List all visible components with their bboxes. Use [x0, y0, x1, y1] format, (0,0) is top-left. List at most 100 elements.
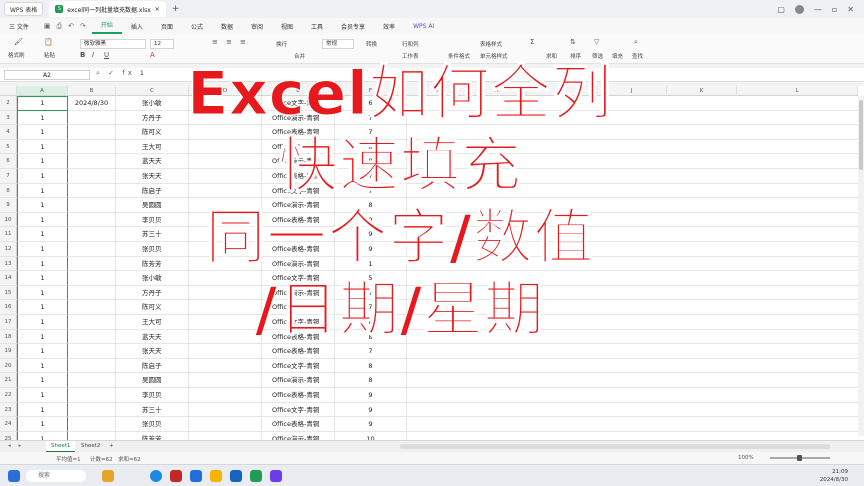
wps-spreadsheet-icon[interactable] [250, 470, 262, 482]
cell-c[interactable]: 蓝天天 [116, 154, 189, 169]
cell-f[interactable]: 8 [335, 198, 407, 213]
cell-a[interactable]: 1 [17, 329, 68, 345]
layout-icon[interactable]: ▢ [777, 5, 785, 14]
column-header-b[interactable]: B [68, 86, 116, 96]
column-header-j[interactable]: J [597, 86, 667, 96]
cell-b[interactable] [68, 271, 116, 286]
cell-c[interactable]: 陈可义 [116, 300, 189, 315]
cell-a[interactable]: 1 [17, 125, 68, 140]
row-header[interactable]: 5 [0, 139, 17, 155]
cell-a[interactable]: 1 [17, 344, 68, 359]
column-header-f[interactable]: F [335, 86, 407, 96]
cell-e[interactable]: Office文字-青铜 [262, 183, 335, 199]
save-icon[interactable]: ▣ [44, 22, 51, 31]
cell-c[interactable]: 张贝贝 [116, 242, 189, 257]
cell-a[interactable]: 1 [17, 358, 68, 374]
cell-e[interactable]: Office文字-青铜 [262, 315, 335, 330]
table-style-button[interactable]: 表格样式 [480, 40, 502, 48]
cell-c[interactable]: 张小敏 [116, 96, 189, 111]
cell-d[interactable] [189, 125, 262, 140]
cell-c[interactable]: 陈可义 [116, 125, 189, 140]
find-icon[interactable]: ⌕ [634, 38, 638, 47]
cell-f[interactable]: 8 [335, 373, 407, 388]
cell-f[interactable]: 8 [335, 139, 407, 155]
row-header[interactable]: 11 [0, 227, 17, 242]
menu-item-insert[interactable]: 插入 [122, 22, 152, 31]
cell-f[interactable]: 1 [335, 256, 407, 272]
cell-d[interactable] [189, 285, 262, 301]
row-header[interactable]: 19 [0, 344, 17, 359]
sheet-tab-2[interactable]: Sheet2 [76, 441, 105, 452]
row-header[interactable]: 3 [0, 110, 17, 126]
row-header[interactable]: 16 [0, 300, 17, 315]
cell-e[interactable]: Office表格-青铜 [262, 300, 335, 315]
column-header-d[interactable]: D [189, 86, 262, 96]
cell-d[interactable] [189, 271, 262, 286]
cell-b[interactable] [68, 183, 116, 199]
cell-b[interactable] [68, 256, 116, 272]
cell-d[interactable] [189, 212, 262, 228]
column-header-g[interactable]: G [407, 86, 467, 96]
cell-d[interactable] [189, 198, 262, 213]
cell-b[interactable] [68, 110, 116, 126]
cell-c[interactable]: 王大可 [116, 315, 189, 330]
cell-a[interactable]: 1 [17, 285, 68, 301]
wps-icon[interactable] [270, 470, 282, 482]
underline-icon[interactable]: U [104, 51, 109, 59]
cell-e[interactable]: Office演示-青铜 [262, 373, 335, 388]
close-tab-icon[interactable]: × [155, 6, 160, 13]
align-bottom-icon[interactable]: ≡ [240, 38, 246, 46]
cell-c[interactable]: 吴圆圆 [116, 373, 189, 388]
merge-label[interactable]: 合并 [294, 52, 305, 60]
cell-a[interactable]: 1 [17, 388, 68, 403]
cell-f[interactable]: 7 [335, 344, 407, 359]
format-painter-icon[interactable]: 🖌 [14, 38, 23, 46]
cell-e[interactable]: Office演示-青铜 [262, 285, 335, 301]
undo-icon[interactable]: ↶ [68, 22, 74, 31]
cell-b[interactable] [68, 373, 116, 388]
cell-empty[interactable] [407, 388, 864, 403]
zoom-level[interactable]: 100% [738, 455, 754, 461]
close-window-icon[interactable]: ✕ [847, 5, 854, 14]
file-tab[interactable]: S excel同一列批量填充数据.xlsx × [49, 1, 166, 17]
row-header[interactable]: 10 [0, 212, 17, 228]
cell-empty[interactable] [407, 257, 864, 272]
cell-a[interactable]: 1 [17, 139, 68, 155]
cell-f[interactable]: 9 [335, 212, 407, 228]
maximize-icon[interactable]: ▫ [832, 5, 837, 14]
name-box[interactable]: A2 [4, 70, 90, 80]
cell-d[interactable] [189, 242, 262, 257]
cell-f[interactable]: 8 [335, 329, 407, 345]
select-all-corner[interactable] [0, 86, 17, 96]
taskbar-clock[interactable]: 21:09 2024/8/30 [820, 468, 848, 484]
cell-b[interactable] [68, 169, 116, 184]
column-header-k[interactable]: K [667, 86, 737, 96]
menu-item-page[interactable]: 页面 [152, 22, 182, 31]
cell-empty[interactable] [407, 198, 864, 213]
cell-b[interactable] [68, 125, 116, 140]
cell-empty[interactable] [407, 315, 864, 330]
cell-b[interactable] [68, 417, 116, 432]
cell-f[interactable]: 7 [335, 183, 407, 199]
row-header[interactable]: 12 [0, 242, 17, 257]
cell-d[interactable] [189, 110, 262, 126]
cell-b[interactable] [68, 212, 116, 228]
cell-d[interactable] [189, 344, 262, 359]
sum-icon[interactable]: Σ [530, 38, 534, 46]
align-middle-icon[interactable]: ≡ [226, 38, 232, 46]
workbook-button[interactable]: 工作表 [402, 52, 419, 60]
conditional-format-button[interactable]: 条件格式 [448, 52, 470, 60]
cell-e[interactable]: Office表格-青铜 [262, 329, 335, 345]
cell-c[interactable]: 陈启子 [116, 358, 189, 374]
print-icon[interactable]: ⎙ [57, 22, 63, 31]
row-header[interactable]: 18 [0, 329, 17, 345]
wrap-label[interactable]: 换行 [276, 40, 287, 48]
cell-e[interactable]: Office演示-青铜 [262, 154, 335, 169]
row-header[interactable]: 15 [0, 285, 17, 301]
row-header[interactable]: 2 [0, 96, 17, 111]
formula-icons[interactable]: ⌕ ✓ fx [96, 69, 135, 78]
cell-a[interactable]: 1 [17, 198, 68, 213]
cell-empty[interactable] [407, 140, 864, 155]
folder-icon[interactable] [210, 470, 222, 482]
menu-item-member[interactable]: 会员专享 [332, 22, 374, 31]
